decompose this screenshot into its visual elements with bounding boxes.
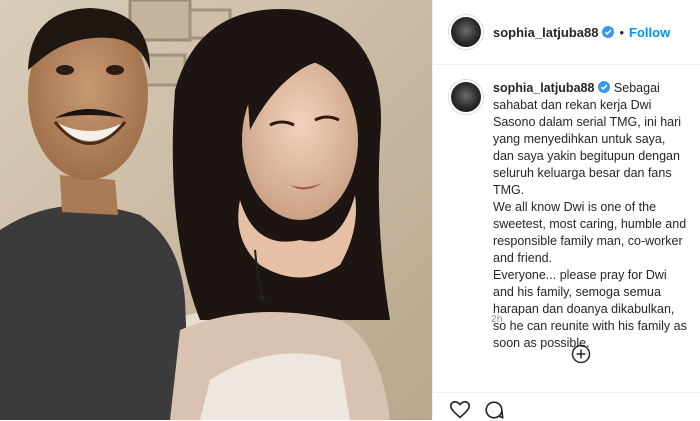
comment-icon[interactable]	[483, 399, 505, 421]
action-bar	[433, 392, 700, 421]
caption-comment: sophia_latjuba88 Sebagai sahabat dan rek…	[449, 80, 689, 352]
header-username[interactable]: sophia_latjuba88	[493, 25, 598, 40]
post-timestamp[interactable]: 2h	[491, 314, 503, 325]
heart-icon[interactable]	[449, 399, 471, 421]
caption-text: Sebagai sahabat dan rekan kerja Dwi Saso…	[493, 81, 687, 350]
caption-username[interactable]: sophia_latjuba88	[493, 81, 594, 95]
post-header: sophia_latjuba88 • Follow	[433, 0, 700, 65]
verified-badge-icon	[598, 81, 611, 93]
plus-circle-icon[interactable]	[571, 344, 591, 364]
separator-dot: •	[619, 24, 625, 40]
follow-button[interactable]: Follow	[629, 25, 670, 40]
caption-avatar[interactable]	[449, 80, 483, 114]
avatar[interactable]	[449, 15, 483, 49]
post-sidebar: sophia_latjuba88 • Follow sophia_latjuba…	[432, 0, 700, 420]
photo-illustration	[0, 0, 432, 420]
post-photo[interactable]	[0, 0, 432, 420]
verified-badge-icon	[602, 26, 615, 38]
caption-body: sophia_latjuba88 Sebagai sahabat dan rek…	[493, 80, 689, 352]
